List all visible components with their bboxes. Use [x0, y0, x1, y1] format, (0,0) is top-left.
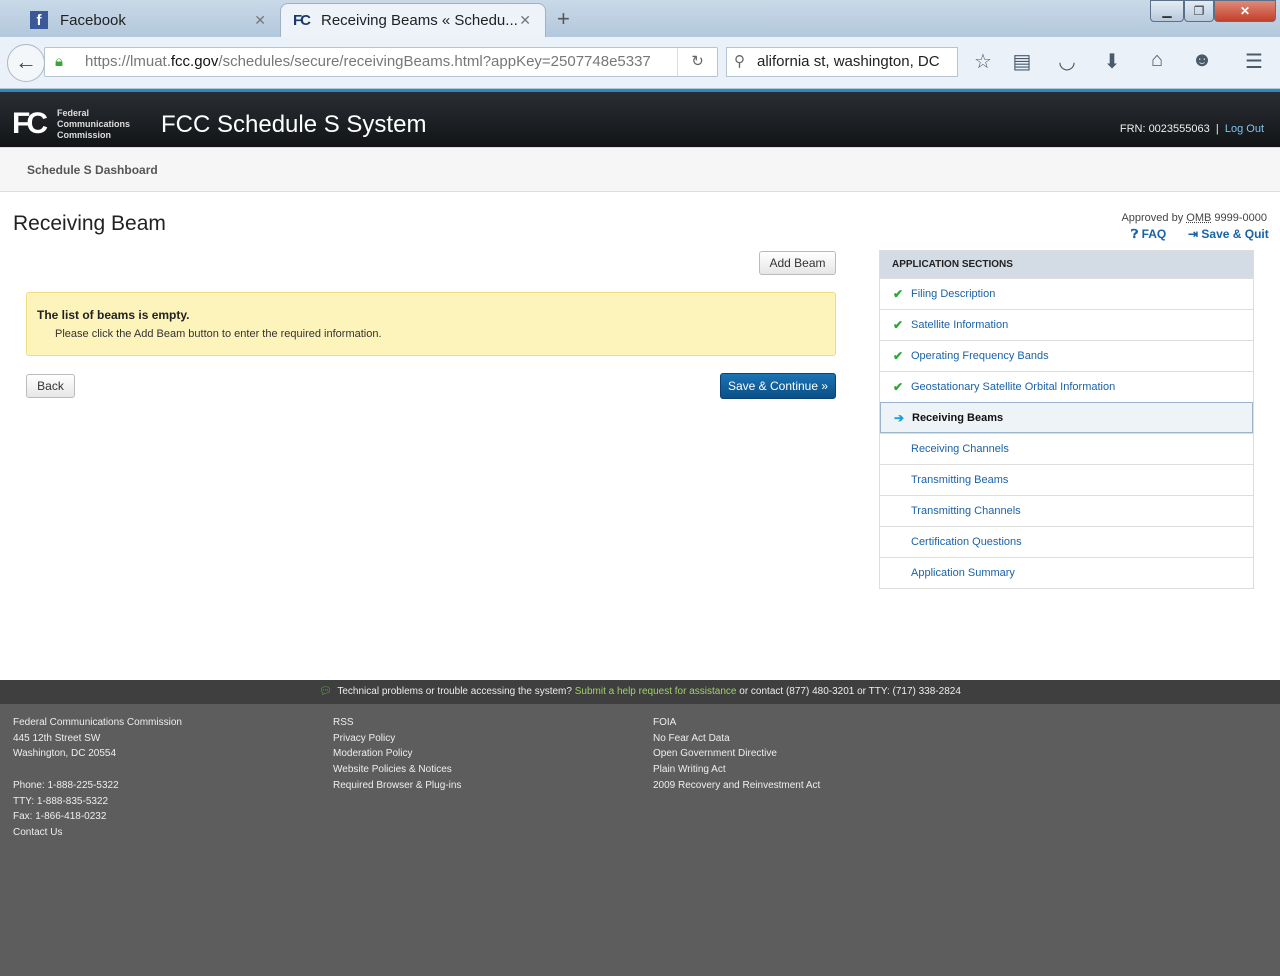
- omb-approval: Approved by OMB 9999-0000: [1121, 212, 1267, 224]
- application-sections: APPLICATION SECTIONS ✔ Filing Description…: [879, 250, 1254, 589]
- smiley-icon[interactable]: ☻: [1189, 49, 1215, 72]
- lock-icon: 🔒︎: [55, 53, 63, 70]
- restore-button[interactable]: ❐: [1184, 0, 1214, 22]
- search-icon: ⚲: [734, 53, 745, 70]
- footer-link[interactable]: 2009 Recovery and Reinvestment Act: [653, 778, 820, 794]
- save-continue-button[interactable]: Save & Continue »: [720, 373, 836, 399]
- close-tab-icon[interactable]: ✕: [519, 12, 531, 29]
- minimize-button[interactable]: ▁: [1150, 0, 1184, 22]
- footer-link[interactable]: Plain Writing Act: [653, 762, 820, 778]
- close-tab-icon[interactable]: ✕: [254, 12, 266, 29]
- section-item[interactable]: Certification Questions: [880, 526, 1253, 557]
- frn-info: FRN: 0023555063 | Log Out: [1119, 123, 1264, 135]
- section-item[interactable]: Transmitting Channels: [880, 495, 1253, 526]
- footer-link[interactable]: Moderation Policy: [333, 746, 461, 762]
- footer-text: [13, 762, 182, 778]
- empty-list-alert: The list of beams is empty. Please click …: [26, 292, 836, 356]
- tab-receiving-beams[interactable]: FC Receiving Beams « Schedu... ✕: [280, 3, 546, 37]
- section-label: Receiving Beams: [912, 412, 1004, 424]
- help-request-link[interactable]: Submit a help request for assistance: [575, 686, 737, 697]
- new-tab-button[interactable]: +: [557, 6, 570, 32]
- subnav: Schedule S Dashboard: [0, 147, 1280, 192]
- download-icon[interactable]: ⬇: [1099, 49, 1125, 74]
- section-item[interactable]: ✔ Satellite Information: [880, 309, 1253, 340]
- save-quit-link[interactable]: ⇥ Save & Quit: [1188, 227, 1269, 241]
- chat-icon: 💬︎: [319, 686, 332, 697]
- question-icon: ❓︎: [1131, 227, 1139, 241]
- page-title: Receiving Beam: [13, 212, 166, 235]
- exit-icon: ⇥: [1188, 227, 1199, 241]
- footer-link[interactable]: Contact Us: [13, 825, 182, 841]
- search-input[interactable]: ⚲ alifornia st, washington, DC: [726, 47, 958, 77]
- app-title: FCC Schedule S System: [161, 111, 427, 138]
- section-label: Application Summary: [911, 567, 1015, 579]
- faq-link[interactable]: ❓︎ FAQ: [1131, 227, 1166, 242]
- section-item[interactable]: Application Summary: [880, 557, 1253, 588]
- section-label: Certification Questions: [911, 536, 1022, 548]
- section-item[interactable]: ➔ Receiving Beams: [880, 402, 1253, 433]
- footer-text: Federal Communications Commission: [13, 717, 182, 728]
- checkmark-icon: ✔: [893, 287, 904, 301]
- back-button-page[interactable]: Back: [26, 374, 75, 398]
- footer: Federal Communications Commission 445 12t…: [0, 704, 1280, 976]
- footer-link[interactable]: FOIA: [653, 715, 820, 731]
- reload-icon[interactable]: ↻: [677, 48, 717, 76]
- back-button[interactable]: ←: [7, 44, 45, 82]
- help-bar: 💬︎ Technical problems or trouble accessi…: [0, 680, 1280, 704]
- dashboard-link[interactable]: Schedule S Dashboard: [27, 163, 158, 177]
- footer-links-1: RSS Privacy Policy Moderation Policy Websit…: [333, 715, 461, 794]
- site-header: FC Federal Communications Commission FCC S…: [0, 89, 1280, 147]
- section-label: Receiving Channels: [911, 443, 1009, 455]
- home-icon[interactable]: ⌂: [1144, 49, 1170, 72]
- section-item[interactable]: ✔ Operating Frequency Bands: [880, 340, 1253, 371]
- section-label: Transmitting Channels: [911, 505, 1021, 517]
- section-label: Operating Frequency Bands: [911, 350, 1049, 362]
- fcc-icon: FC: [293, 12, 311, 29]
- fcc-logo[interactable]: FC: [12, 107, 48, 141]
- sections-heading: APPLICATION SECTIONS: [880, 251, 1253, 278]
- browser-nav-bar: 🔒︎ https://lmuat.fcc.gov/schedules/secure…: [0, 37, 1280, 89]
- footer-text: TTY: 1-888-835-5322: [13, 795, 109, 807]
- footer-text: 445 12th Street SW: [13, 732, 101, 744]
- footer-link[interactable]: Privacy Policy: [333, 731, 461, 747]
- bookmarks-list-icon[interactable]: ▤: [1009, 49, 1035, 74]
- footer-link[interactable]: No Fear Act Data: [653, 731, 820, 747]
- facebook-icon: f: [30, 11, 48, 29]
- add-beam-button[interactable]: Add Beam: [759, 251, 836, 275]
- section-label: Transmitting Beams: [911, 474, 1009, 486]
- checkmark-icon: ✔: [893, 318, 904, 332]
- close-window-button[interactable]: ✕: [1214, 0, 1276, 22]
- section-item[interactable]: ✔ Filing Description: [880, 278, 1253, 309]
- footer-contact: Federal Communications Commission 445 12t…: [13, 715, 182, 841]
- checkmark-icon: ✔: [893, 349, 904, 363]
- tab-facebook[interactable]: f Facebook ✕: [30, 3, 280, 37]
- url-bar[interactable]: 🔒︎ https://lmuat.fcc.gov/schedules/secure…: [44, 47, 718, 77]
- bookmark-star-icon[interactable]: ☆: [970, 49, 996, 74]
- arrow-right-icon: ➔: [894, 411, 905, 425]
- tab-label: Receiving Beams « Schedu...: [321, 12, 518, 29]
- section-label: Geostationary Satellite Orbital Informat…: [911, 381, 1116, 393]
- footer-text: Phone: 1-888-225-5322: [13, 779, 119, 791]
- footer-text: Washington, DC 20554: [13, 748, 117, 760]
- checkmark-icon: ✔: [893, 380, 904, 394]
- fcc-logo-text: Federal Communications Commission: [57, 108, 131, 140]
- browser-tab-bar: f Facebook ✕ FC Receiving Beams « Schedu...…: [0, 0, 1280, 37]
- menu-icon[interactable]: ☰: [1241, 49, 1267, 74]
- pocket-icon[interactable]: ◡: [1054, 49, 1080, 74]
- section-item[interactable]: Receiving Channels: [880, 433, 1253, 464]
- section-label: Filing Description: [911, 288, 996, 300]
- section-label: Satellite Information: [911, 319, 1009, 331]
- footer-links-2: FOIA No Fear Act Data Open Government Dire…: [653, 715, 820, 794]
- section-item[interactable]: Transmitting Beams: [880, 464, 1253, 495]
- footer-link[interactable]: Open Government Directive: [653, 746, 820, 762]
- footer-link[interactable]: Website Policies & Notices: [333, 762, 461, 778]
- footer-link[interactable]: RSS: [333, 715, 461, 731]
- footer-text: Fax: 1-866-418-0232: [13, 811, 107, 823]
- tab-label: Facebook: [60, 11, 126, 29]
- logout-link[interactable]: Log Out: [1225, 123, 1264, 135]
- section-item[interactable]: ✔ Geostationary Satellite Orbital Informa…: [880, 371, 1253, 402]
- footer-link[interactable]: Required Browser & Plug-ins: [333, 778, 461, 794]
